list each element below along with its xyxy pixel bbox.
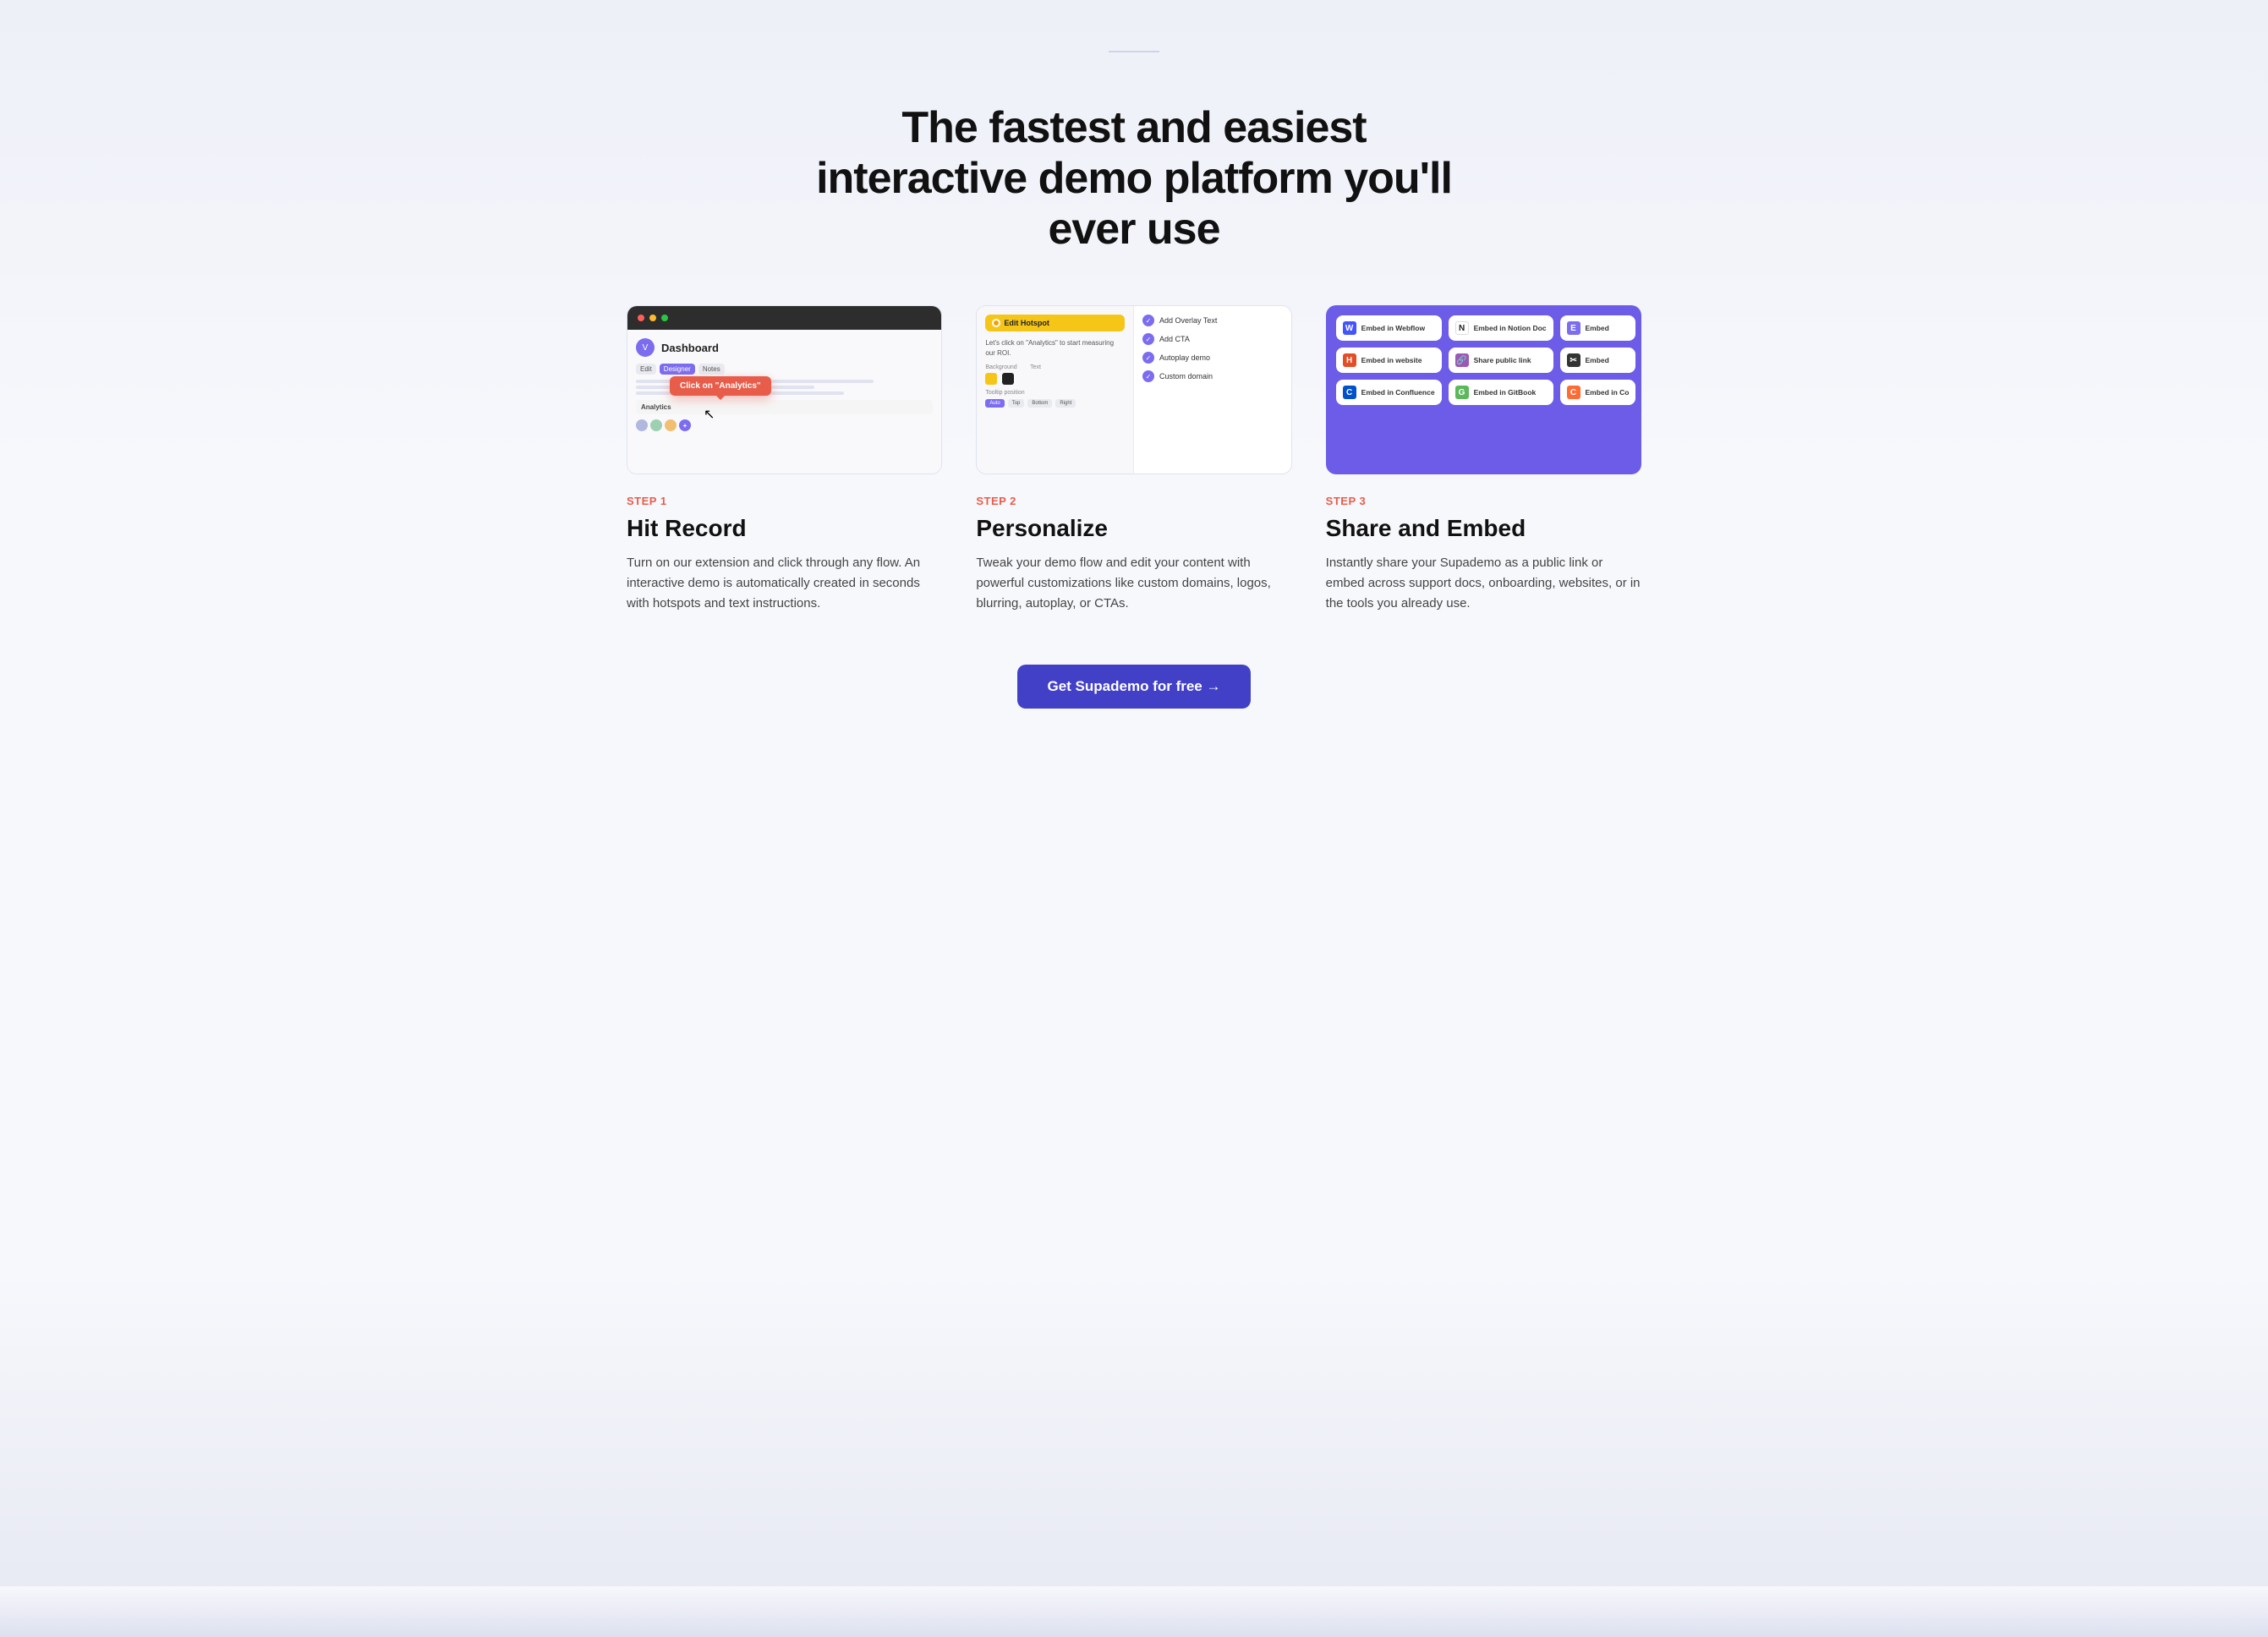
confluence-icon: C (1343, 386, 1356, 399)
tooltip-pos-label: Tooltip position (985, 390, 1125, 396)
embed-plain[interactable]: E Embed (1560, 315, 1636, 341)
option-autoplay: ✓ Autoplay demo (1142, 352, 1283, 364)
embed-webflow[interactable]: W Embed in Webflow (1336, 315, 1442, 341)
cursor-icon: ↖ (704, 406, 715, 423)
step2-label: STEP 2 (976, 495, 1291, 507)
webflow-icon: W (1343, 321, 1356, 335)
edit-header: Edit Hotspot (985, 315, 1125, 331)
embed-website-label: Embed in website (1361, 356, 1422, 364)
embed-website[interactable]: H Embed in website (1336, 348, 1442, 373)
dot-yellow (649, 315, 656, 321)
html5-icon: H (1343, 353, 1356, 367)
check-icon-1: ✓ (1142, 315, 1154, 326)
edit-header-label: Edit Hotspot (1004, 319, 1049, 327)
link-icon: 🔗 (1455, 353, 1469, 367)
dot-red (638, 315, 644, 321)
embed-cut-label: Embed (1586, 356, 1609, 364)
pos-right[interactable]: Right (1055, 399, 1076, 408)
edit-panel: Edit Hotspot Let's click on "Analytics" … (977, 306, 1134, 474)
hotspot-dot-icon (992, 319, 1000, 327)
dashboard-title: Dashboard (661, 342, 719, 354)
step1-title: Hit Record (627, 514, 942, 543)
embed-grid: W Embed in Webflow N Embed in Notion Doc… (1336, 315, 1631, 405)
tab-edit: Edit (636, 364, 656, 375)
step3-screenshot: W Embed in Webflow N Embed in Notion Doc… (1326, 305, 1641, 474)
mini-avatar-2 (650, 419, 662, 431)
embed-notion-label: Embed in Notion Doc (1474, 324, 1547, 332)
embed-co[interactable]: C Embed in Co (1560, 380, 1636, 405)
embed-plain-label: Embed (1586, 324, 1609, 332)
embed-co-icon: C (1567, 386, 1580, 399)
dashboard-content: V Dashboard Edit Designer Notes Analytic… (627, 330, 941, 474)
option-label-2: Add CTA (1159, 335, 1190, 343)
tooltip-pos-row: Auto Top Bottom Right (985, 399, 1125, 408)
avatar: V (636, 338, 655, 357)
check-icon-3: ✓ (1142, 352, 1154, 364)
step-3-card: W Embed in Webflow N Embed in Notion Doc… (1326, 305, 1641, 614)
gitbook-icon: G (1455, 386, 1469, 399)
tab-notes: Notes (698, 364, 725, 375)
embed-notion[interactable]: N Embed in Notion Doc (1449, 315, 1553, 341)
option-domain: ✓ Custom domain (1142, 370, 1283, 382)
bottom-gradient (0, 1586, 2268, 1637)
cta-button[interactable]: Get Supademo for free → (1017, 665, 1252, 709)
pos-bottom[interactable]: Bottom (1027, 399, 1052, 408)
step-2-card: Edit Hotspot Let's click on "Analytics" … (976, 305, 1291, 614)
mini-avatar-add: + (679, 419, 691, 431)
step-1-card: V Dashboard Edit Designer Notes Analytic… (627, 305, 942, 614)
tab-row: Edit Designer Notes (636, 364, 933, 375)
tab-designer: Designer (660, 364, 695, 375)
color-yellow (985, 373, 997, 385)
step1-label: STEP 1 (627, 495, 942, 507)
cta-section: Get Supademo for free → (17, 665, 2251, 709)
embed-gitbook[interactable]: G Embed in GitBook (1449, 380, 1553, 405)
notion-icon: N (1455, 321, 1469, 335)
mini-avatar-1 (636, 419, 648, 431)
color-row (985, 373, 1125, 385)
avatars-row: + (636, 419, 933, 431)
embed-plain-icon: E (1567, 321, 1580, 335)
top-divider (1109, 51, 1159, 52)
option-label-4: Custom domain (1159, 372, 1213, 381)
option-overlay: ✓ Add Overlay Text (1142, 315, 1283, 326)
browser-bar (627, 306, 941, 330)
embed-gitbook-label: Embed in GitBook (1474, 388, 1537, 397)
dot-green (661, 315, 668, 321)
options-panel: ✓ Add Overlay Text ✓ Add CTA ✓ Autoplay … (1134, 306, 1291, 474)
step3-title: Share and Embed (1326, 514, 1641, 543)
embed-webflow-label: Embed in Webflow (1361, 324, 1425, 332)
click-tooltip: Click on "Analytics" (670, 376, 771, 396)
page-wrapper: The fastest and easiest interactive demo… (0, 0, 2268, 1586)
share-link-label: Share public link (1474, 356, 1531, 364)
hero-title: The fastest and easiest interactive demo… (796, 103, 1472, 255)
pos-auto[interactable]: Auto (985, 399, 1004, 408)
step2-screenshot: Edit Hotspot Let's click on "Analytics" … (976, 305, 1291, 474)
embed-confluence-label: Embed in Confluence (1361, 388, 1435, 397)
steps-container: V Dashboard Edit Designer Notes Analytic… (627, 305, 1641, 614)
check-icon-4: ✓ (1142, 370, 1154, 382)
step2-desc: Tweak your demo flow and edit your conte… (976, 553, 1291, 614)
embed-confluence[interactable]: C Embed in Confluence (1336, 380, 1442, 405)
step1-desc: Turn on our extension and click through … (627, 553, 942, 614)
mini-avatar-3 (665, 419, 677, 431)
check-icon-2: ✓ (1142, 333, 1154, 345)
bg-text-label: Background Text (985, 364, 1125, 370)
step2-title: Personalize (976, 514, 1291, 543)
color-dark (1002, 373, 1014, 385)
embed-co-label: Embed in Co (1586, 388, 1630, 397)
step1-screenshot: V Dashboard Edit Designer Notes Analytic… (627, 305, 942, 474)
step3-label: STEP 3 (1326, 495, 1641, 507)
edit-desc: Let's click on "Analytics" to start meas… (985, 338, 1125, 357)
embed-cut[interactable]: ✂ Embed (1560, 348, 1636, 373)
dashboard-header: V Dashboard (636, 338, 933, 357)
analytics-label: Analytics (636, 400, 933, 414)
option-label-1: Add Overlay Text (1159, 316, 1217, 325)
share-link[interactable]: 🔗 Share public link (1449, 348, 1553, 373)
pos-top[interactable]: Top (1008, 399, 1025, 408)
option-cta: ✓ Add CTA (1142, 333, 1283, 345)
step3-desc: Instantly share your Supademo as a publi… (1326, 553, 1641, 614)
cut-icon: ✂ (1567, 353, 1580, 367)
option-label-3: Autoplay demo (1159, 353, 1210, 362)
